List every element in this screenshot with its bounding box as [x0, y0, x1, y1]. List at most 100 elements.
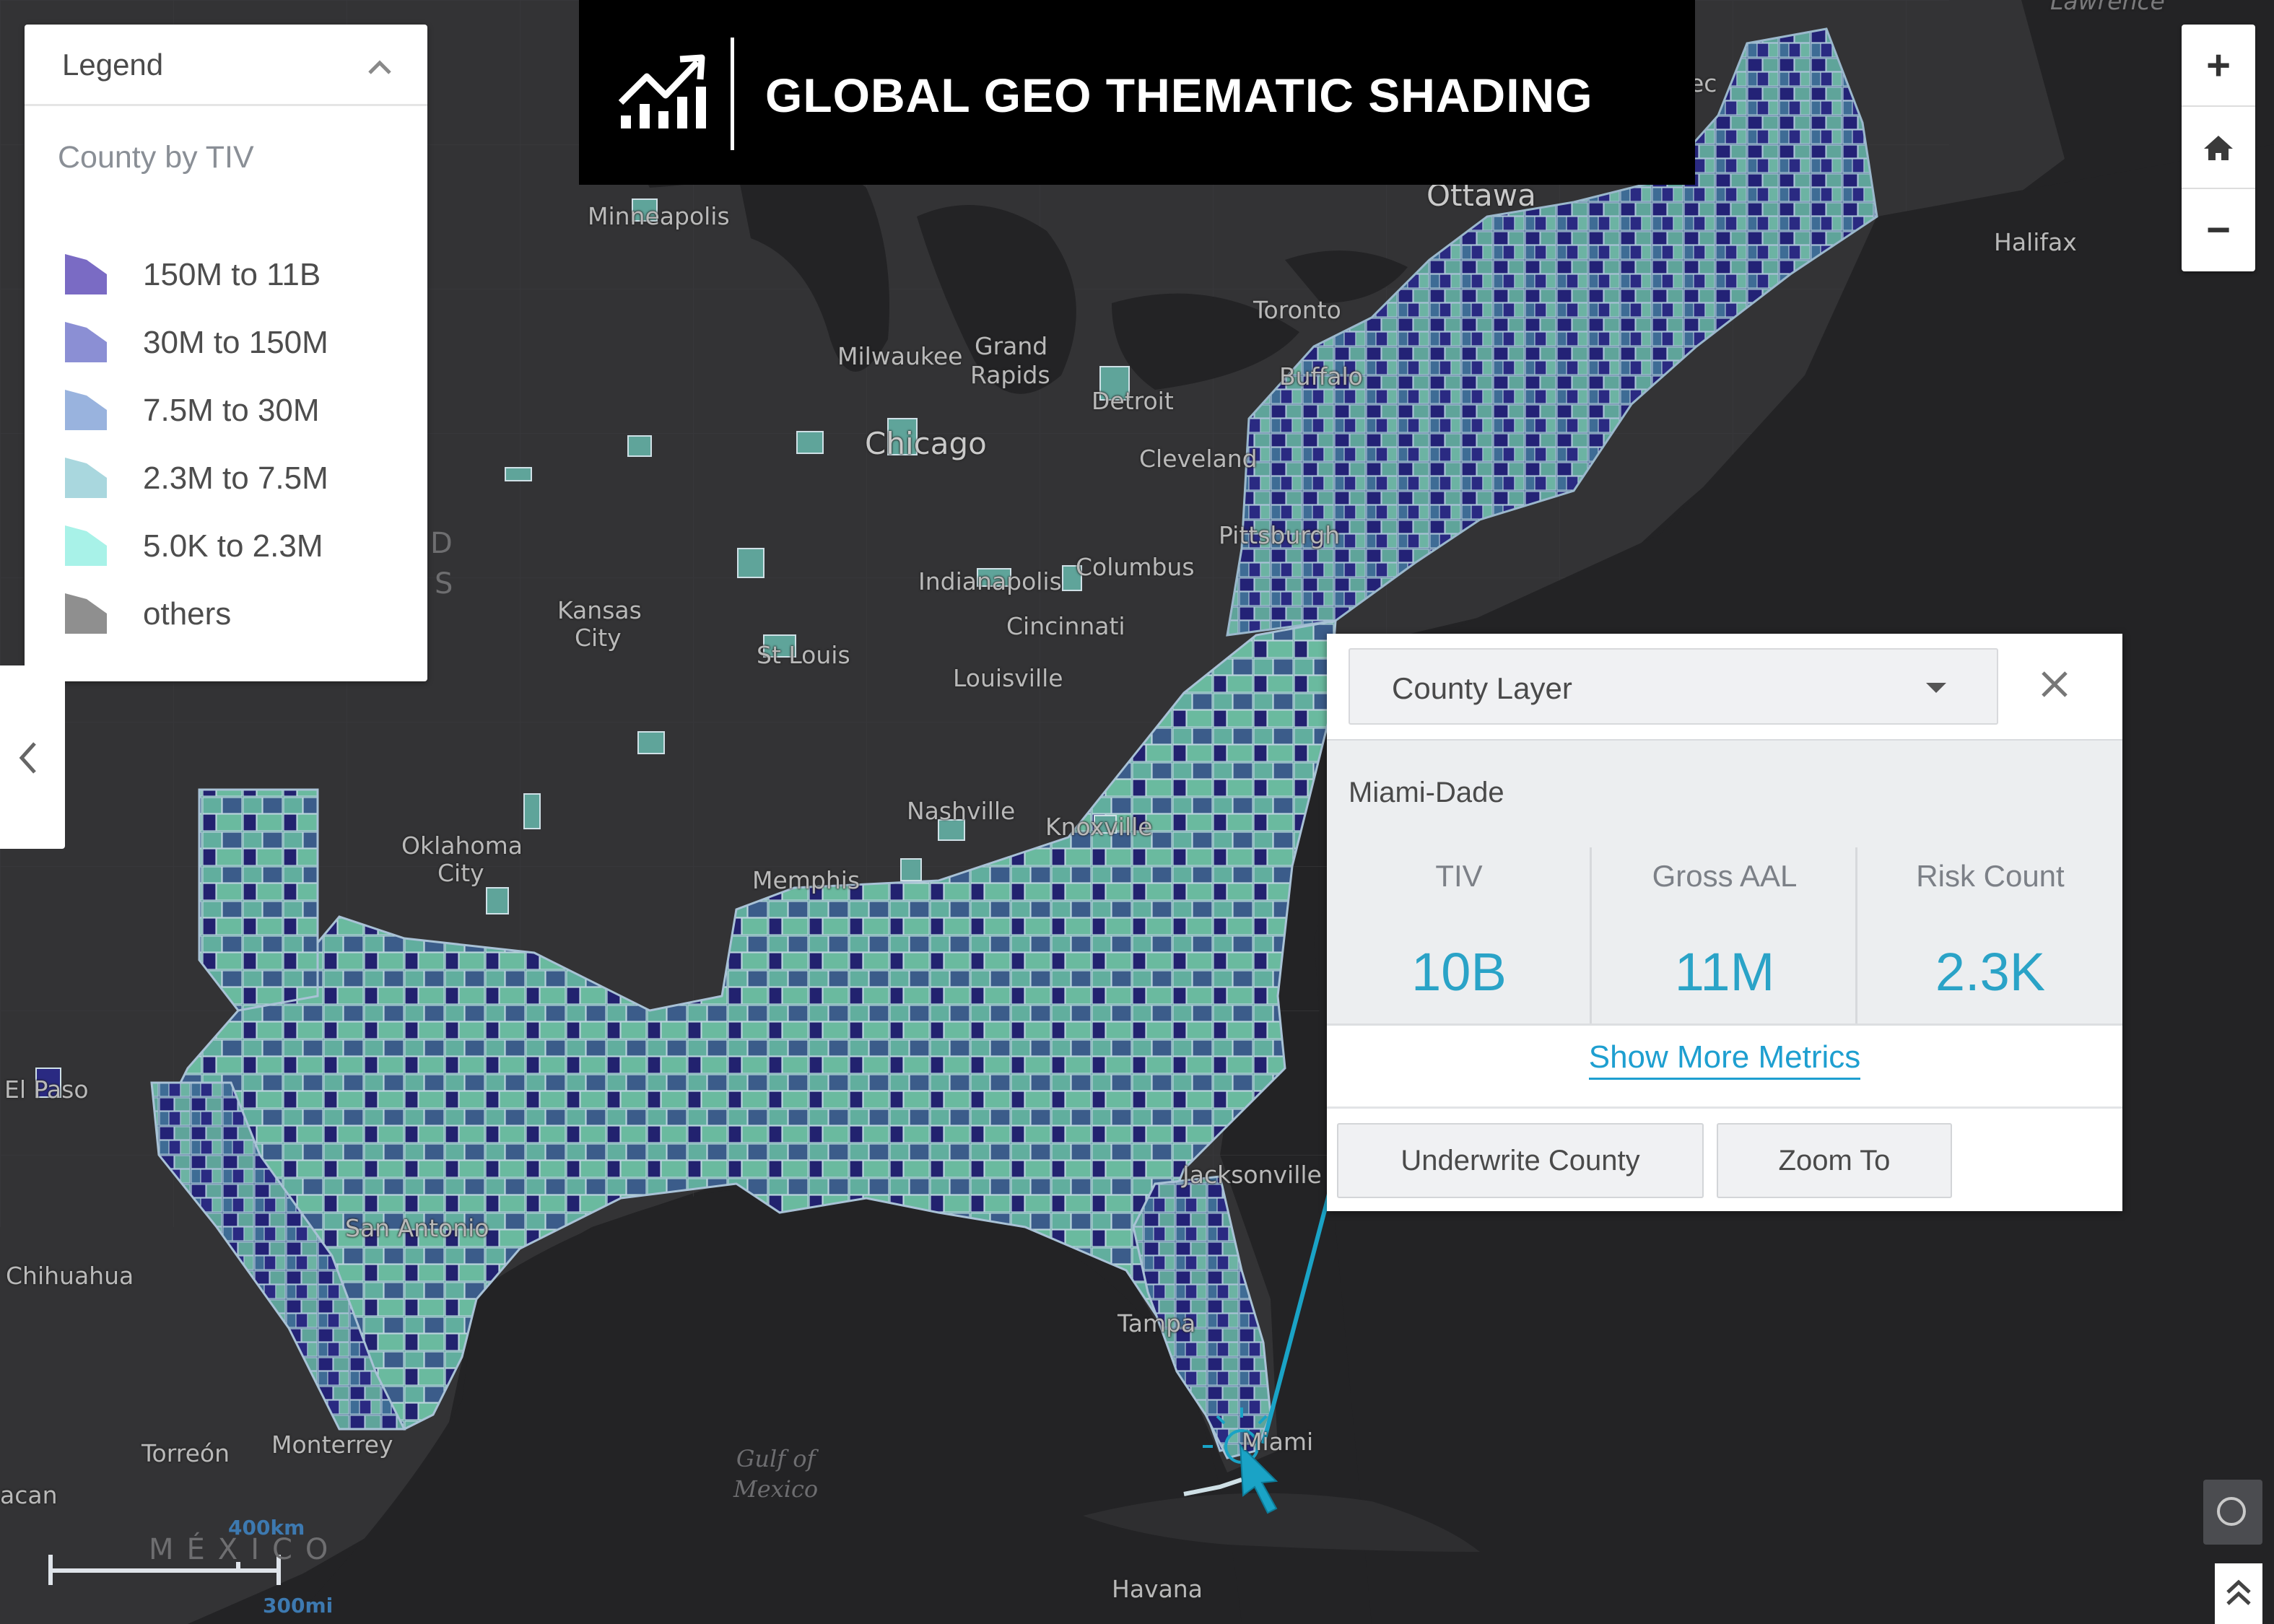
- metric-label: Risk Count: [1916, 859, 2065, 893]
- legend-item: 30M to 150M: [40, 322, 387, 365]
- city-label-el-paso: El Paso: [4, 1075, 89, 1104]
- city-label-kansas-city-1: Kansas: [557, 596, 642, 624]
- scroll-to-top-button[interactable]: [2215, 1563, 2262, 1624]
- metric-value: 2.3K: [1935, 942, 2046, 1002]
- map-controls: + −: [2182, 25, 2255, 271]
- city-label-torreon: Torreón: [141, 1439, 230, 1467]
- zoom-out-button[interactable]: −: [2182, 189, 2255, 270]
- country-label-us-s: S: [435, 567, 466, 601]
- layer-select-value: County Layer: [1392, 671, 1572, 705]
- legend-subtitle: County by TIV: [58, 140, 254, 175]
- layer-select[interactable]: County Layer: [1349, 648, 1998, 725]
- page-title: GLOBAL GEO THEMATIC SHADING: [765, 69, 1593, 122]
- legend-item-label: 5.0K to 2.3M: [143, 528, 323, 564]
- legend-panel: Legend County by TIV 150M to 11B 30M to 1…: [25, 25, 427, 681]
- legend-swatch: [65, 254, 107, 294]
- legend-item: 5.0K to 2.3M: [40, 525, 387, 569]
- metric-risk-count: Risk Count 2.3K: [1858, 847, 2122, 1023]
- legend-item: others: [40, 593, 387, 637]
- city-label-oklahoma-city-2: City: [437, 859, 484, 887]
- city-label-indianapolis: Indianapolis: [918, 567, 1062, 595]
- city-label-grand-rapids-1: Grand: [975, 332, 1048, 360]
- city-label-havana: Havana: [1112, 1575, 1203, 1603]
- city-label-jacksonville: Jacksonville: [1182, 1161, 1322, 1189]
- city-label-pittsburgh: Pittsburgh: [1219, 521, 1341, 549]
- chevron-up-icon[interactable]: [367, 51, 393, 83]
- city-label-st-louis: St Louis: [757, 641, 850, 669]
- map-stage[interactable]: Minneapolis Ottawa Halifax Toronto Milwa…: [0, 0, 2274, 1624]
- water-label-line-1: Gulf of: [736, 1445, 816, 1472]
- water-label-gulf-of-mexico: Gulf of Mexico: [733, 1444, 818, 1504]
- city-label-milwaukee: Milwaukee: [837, 342, 963, 370]
- city-label-oklahoma-city-1: Oklahoma: [401, 831, 523, 860]
- caret-down-icon: [1926, 683, 1946, 693]
- city-label-buffalo: Buffalo: [1279, 362, 1363, 390]
- legend-item-label: 150M to 11B: [143, 257, 321, 292]
- city-label-halifax: Halifax: [1994, 228, 2077, 256]
- title-banner: GLOBAL GEO THEMATIC SHADING: [579, 0, 1695, 185]
- scale-label-mi: 300mi: [263, 1594, 334, 1618]
- legend-item-label: others: [143, 596, 232, 632]
- city-label-cleveland: Cleveland: [1139, 445, 1258, 473]
- underwrite-county-button[interactable]: Underwrite County: [1337, 1123, 1704, 1198]
- show-more-metrics-link-wrap: Show More Metrics: [1327, 1039, 2122, 1080]
- popup-actions: Underwrite County Zoom To: [1327, 1106, 2122, 1213]
- legend-item-label: 7.5M to 30M: [143, 393, 320, 428]
- show-more-metrics-link[interactable]: Show More Metrics: [1588, 1039, 1861, 1080]
- legend-item: 2.3M to 7.5M: [40, 458, 387, 501]
- legend-header[interactable]: Legend: [25, 25, 427, 106]
- city-label-detroit: Detroit: [1092, 387, 1174, 415]
- city-label-san-antonio: San Antonio: [345, 1214, 489, 1242]
- city-label-acan: acan: [0, 1481, 58, 1509]
- metric-label: Gross AAL: [1652, 859, 1798, 893]
- legend-swatch: [65, 390, 107, 430]
- plus-icon: +: [2206, 41, 2231, 89]
- city-label-nashville: Nashville: [907, 797, 1016, 825]
- legend-swatch: [65, 593, 107, 634]
- city-label-memphis: Memphis: [752, 866, 861, 894]
- trend-chart-icon: [618, 54, 706, 128]
- city-label-toronto: Toronto: [1253, 296, 1341, 324]
- metric-tiv: TIV 10B: [1327, 847, 1591, 1023]
- zoom-in-button[interactable]: +: [2182, 25, 2255, 105]
- legend-swatch: [65, 458, 107, 498]
- metrics-row: TIV 10B Gross AAL 11M Risk Count 2.3K: [1327, 847, 2122, 1026]
- city-label-louisville: Louisville: [953, 664, 1063, 692]
- legend-item-label: 2.3M to 7.5M: [143, 460, 328, 496]
- feature-header: Miami-Dade: [1327, 739, 2122, 849]
- metric-label: TIV: [1435, 859, 1483, 893]
- metric-gross-aal: Gross AAL 11M: [1593, 847, 1857, 1023]
- country-label-us-d: D: [430, 527, 466, 560]
- metric-value: 10B: [1411, 942, 1507, 1002]
- city-label-cincinnati: Cincinnati: [1006, 612, 1125, 640]
- side-panel-toggle[interactable]: [0, 665, 65, 849]
- feature-name: Miami-Dade: [1349, 777, 1504, 808]
- title-divider: [731, 38, 734, 150]
- zoom-to-button[interactable]: Zoom To: [1717, 1123, 1952, 1198]
- city-label-tampa: Tampa: [1118, 1309, 1196, 1337]
- metric-value: 11M: [1674, 942, 1775, 1002]
- scale-label-km: 400km: [228, 1516, 305, 1540]
- circle-icon: [2217, 1497, 2246, 1526]
- feature-popup: County Layer Miami-Dade TIV 10B Gross AA…: [1327, 634, 2122, 1211]
- home-button[interactable]: [2182, 107, 2255, 188]
- city-label-columbus: Columbus: [1076, 553, 1195, 581]
- close-icon: [2042, 671, 2068, 697]
- home-icon: [2204, 136, 2233, 160]
- legend-title: Legend: [62, 48, 164, 82]
- close-button[interactable]: [2040, 658, 2069, 710]
- minus-icon: −: [2206, 206, 2231, 253]
- legend-swatch: [65, 525, 107, 566]
- city-label-lawrence: Lawrence: [2050, 0, 2165, 15]
- legend-swatch: [65, 322, 107, 362]
- legend-item-label: 30M to 150M: [143, 325, 328, 360]
- city-label-chihuahua: Chihuahua: [6, 1262, 134, 1290]
- locate-button[interactable]: [2203, 1480, 2262, 1545]
- city-label-monterrey: Monterrey: [271, 1431, 393, 1459]
- water-label-line-2: Mexico: [733, 1475, 819, 1503]
- city-label-miami: Miami: [1242, 1428, 1314, 1456]
- city-label-grand-rapids-2: Rapids: [970, 361, 1050, 389]
- double-chevron-up-icon: [2226, 1579, 2251, 1605]
- city-label-kansas-city-2: City: [575, 624, 622, 652]
- chevron-left-icon: [19, 742, 36, 774]
